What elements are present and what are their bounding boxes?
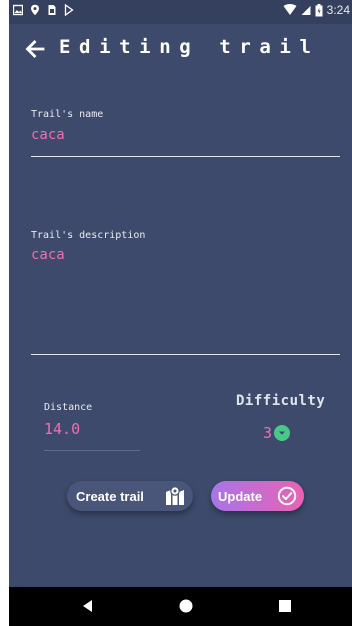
distance-input[interactable]: 14.0	[44, 420, 80, 438]
trail-description-label: Trail's description	[31, 230, 146, 241]
signal-icon	[301, 6, 311, 15]
create-trail-button[interactable]: Create trail	[67, 481, 193, 511]
distance-underline	[44, 450, 140, 451]
battery-icon	[315, 3, 323, 16]
app-bar: Editing trail	[9, 24, 352, 74]
recents-square-icon[interactable]	[278, 599, 292, 613]
status-time: 3:24	[326, 3, 350, 17]
image-icon	[13, 4, 23, 16]
status-bar: 3:24	[9, 0, 352, 24]
check-circle-icon	[277, 486, 297, 506]
map-icon	[166, 486, 184, 505]
difficulty-label: Difficulty	[236, 393, 326, 409]
update-button[interactable]: Update	[211, 481, 304, 511]
trail-name-input[interactable]: caca	[31, 127, 65, 143]
home-circle-icon[interactable]	[178, 598, 194, 614]
play-store-icon	[64, 4, 74, 16]
trail-description-underline	[31, 354, 340, 355]
difficulty-value: 3	[263, 424, 273, 442]
system-nav-bar	[9, 587, 352, 626]
trail-name-underline	[31, 156, 340, 157]
chevron-down-icon	[274, 425, 291, 441]
update-button-label: Update	[218, 488, 263, 504]
trail-description-input[interactable]: caca	[31, 247, 65, 263]
app-screen: 3:24 Editing trail Trail's name caca Tra…	[9, 0, 352, 626]
distance-label: Distance	[44, 402, 93, 413]
wifi-icon	[283, 4, 297, 15]
page-title: Editing trail	[59, 36, 320, 58]
create-trail-button-label: Create trail	[76, 488, 144, 504]
back-triangle-icon[interactable]	[80, 598, 94, 614]
arrow-left-icon[interactable]	[23, 37, 47, 61]
location-icon	[31, 4, 39, 16]
difficulty-select[interactable]: 3	[263, 424, 291, 442]
trail-name-label: Trail's name	[31, 109, 104, 120]
sim-icon	[48, 5, 56, 15]
